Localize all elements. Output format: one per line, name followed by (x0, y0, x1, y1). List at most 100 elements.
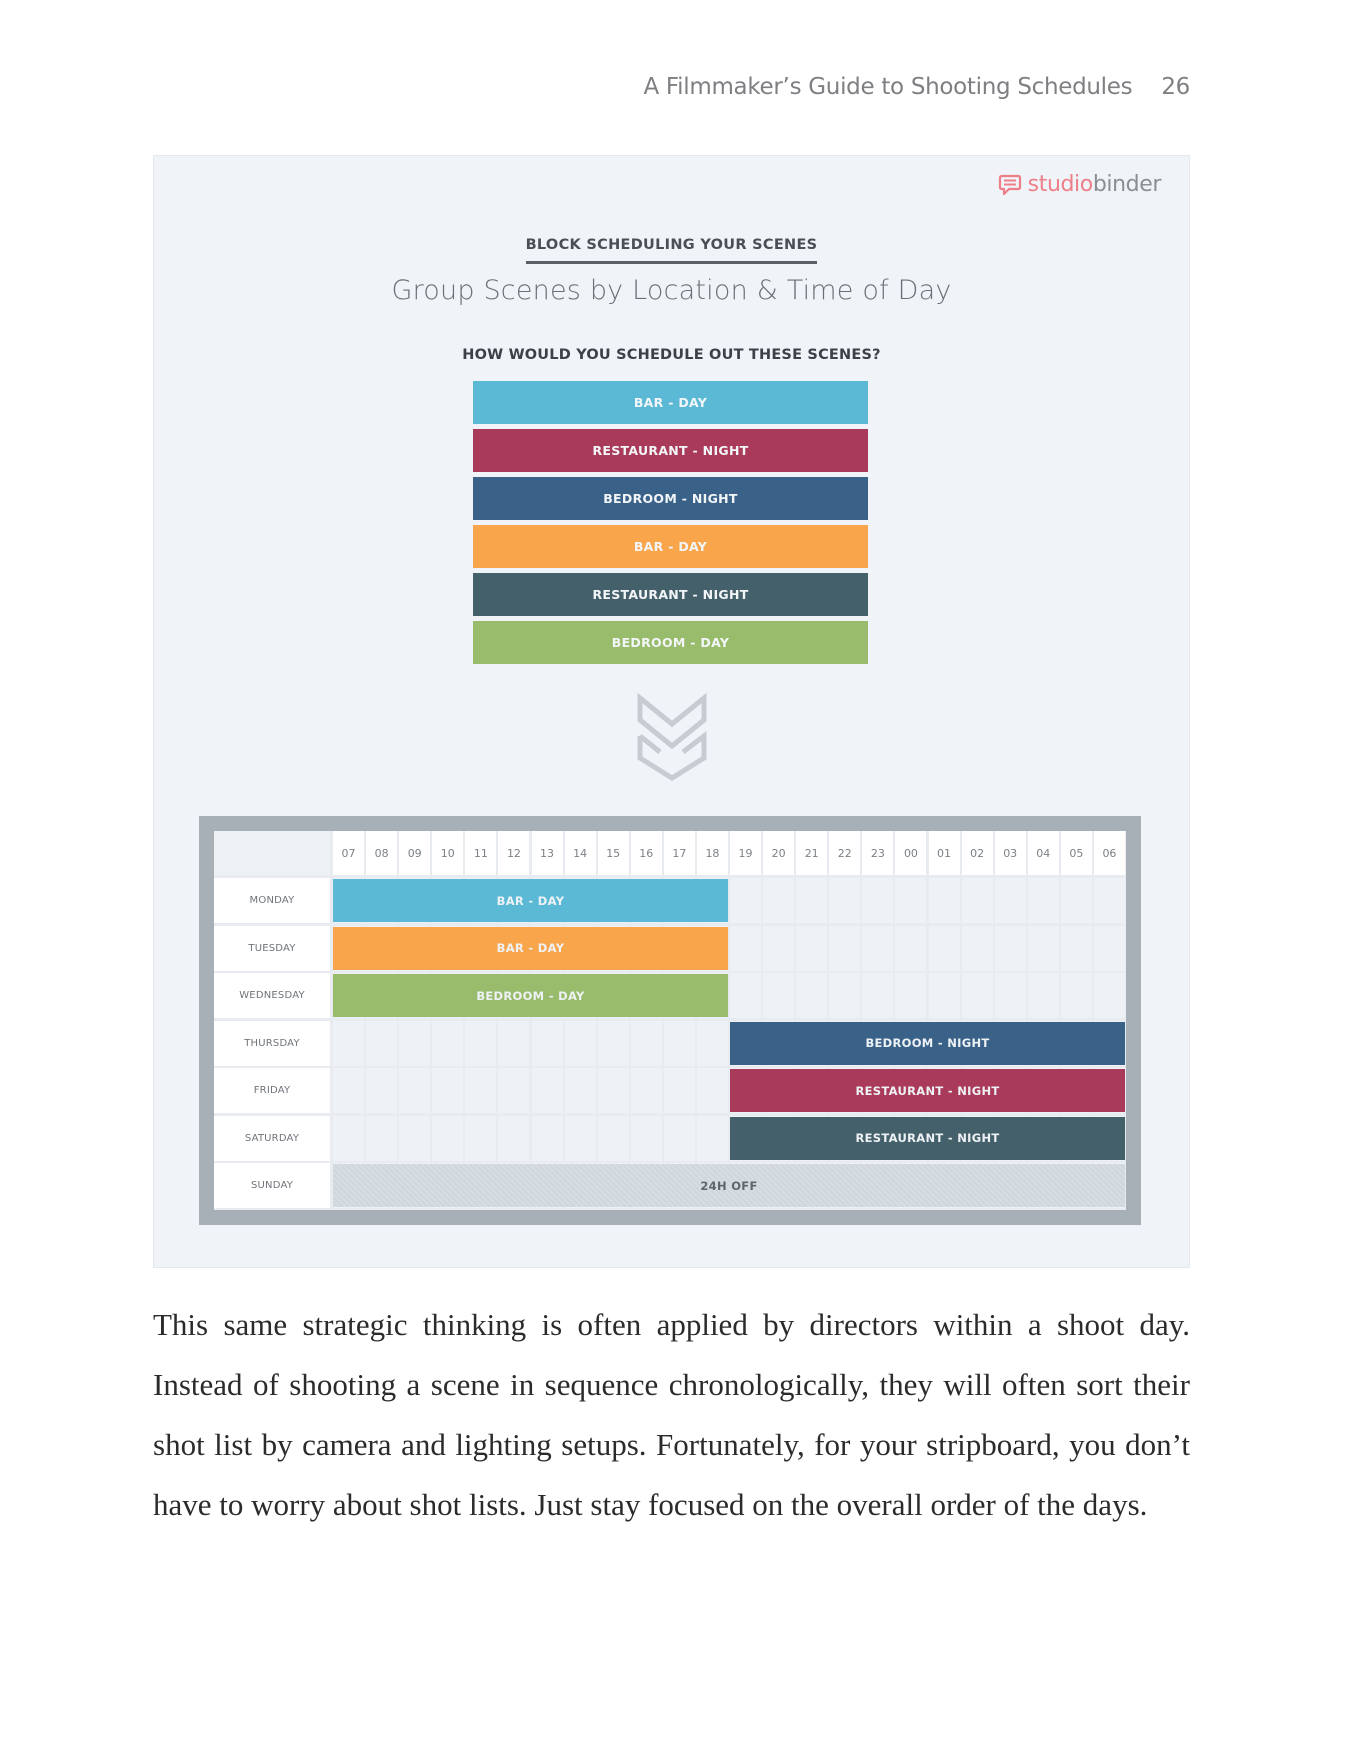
scene-strip: BEDROOM - NIGHT (473, 477, 868, 520)
logo-text-binder: binder (1092, 172, 1162, 197)
scene-block[interactable]: BAR - DAY (333, 926, 728, 970)
schedule-cell[interactable] (696, 1068, 728, 1113)
schedule-cell[interactable] (994, 925, 1026, 971)
schedule-cell[interactable] (730, 925, 762, 971)
schedule-cell[interactable] (994, 878, 1026, 923)
schedule-cell[interactable] (862, 878, 894, 923)
schedule-cell[interactable] (1093, 878, 1125, 923)
schedule-cell[interactable] (366, 1068, 398, 1113)
schedule-cell[interactable] (333, 1068, 365, 1113)
schedule-cell[interactable] (597, 1068, 629, 1113)
schedule-board: 07 08 09 10 11 12 13 14 15 16 17 18 19 20 21 22 23 00 01 02… (199, 816, 1141, 1225)
speech-bubble-icon (998, 174, 1021, 195)
schedule-cell[interactable] (399, 1115, 431, 1161)
day-label: TUESDAY (214, 925, 330, 971)
schedule-cell[interactable] (829, 973, 861, 1018)
schedule-cell[interactable] (961, 878, 993, 923)
schedule-cell[interactable] (1027, 925, 1059, 971)
studiobinder-logo: studio binder (998, 172, 1161, 197)
schedule-cell[interactable] (895, 973, 927, 1018)
schedule-cell[interactable] (564, 1115, 596, 1161)
schedule-cell[interactable] (1060, 878, 1092, 923)
schedule-cell[interactable] (895, 925, 927, 971)
schedule-cell[interactable] (961, 925, 993, 971)
day-label: FRIDAY (214, 1068, 330, 1113)
schedule-cell[interactable] (399, 1020, 431, 1066)
schedule-cell[interactable] (432, 1068, 464, 1113)
schedule-cell[interactable] (564, 1020, 596, 1066)
day-off-block[interactable]: 24H OFF (333, 1164, 1125, 1207)
schedule-cell[interactable] (663, 1068, 695, 1113)
scene-block[interactable]: BEDROOM - NIGHT (730, 1021, 1125, 1065)
schedule-cell[interactable] (333, 1020, 365, 1066)
schedule-cell[interactable] (928, 973, 960, 1018)
schedule-cell[interactable] (432, 1115, 464, 1161)
hour-header: 03 (994, 831, 1026, 875)
schedule-cell[interactable] (763, 925, 795, 971)
schedule-cell[interactable] (366, 1115, 398, 1161)
scene-block[interactable]: RESTAURANT - NIGHT (730, 1069, 1125, 1112)
schedule-cell[interactable] (730, 973, 762, 1018)
hour-header: 07 (333, 831, 365, 875)
hour-header: 04 (1027, 831, 1059, 875)
schedule-cell[interactable] (862, 973, 894, 1018)
schedule-cell[interactable] (829, 878, 861, 923)
schedule-cell[interactable] (663, 1020, 695, 1066)
schedule-cell[interactable] (597, 1020, 629, 1066)
hour-header: 23 (862, 831, 894, 875)
schedule-cell[interactable] (432, 1020, 464, 1066)
scene-block[interactable]: RESTAURANT - NIGHT (730, 1116, 1125, 1160)
schedule-cell[interactable] (1027, 973, 1059, 1018)
schedule-cell[interactable] (498, 1068, 530, 1113)
hour-header: 18 (696, 831, 728, 875)
schedule-cell[interactable] (1060, 925, 1092, 971)
hour-header: 13 (531, 831, 563, 875)
schedule-cell[interactable] (696, 1115, 728, 1161)
schedule-cell[interactable] (564, 1068, 596, 1113)
schedule-cell[interactable] (630, 1115, 662, 1161)
schedule-cell[interactable] (796, 925, 828, 971)
schedule-cell[interactable] (1093, 973, 1125, 1018)
schedule-cell[interactable] (531, 1068, 563, 1113)
schedule-cell[interactable] (763, 973, 795, 1018)
scene-strip: RESTAURANT - NIGHT (473, 429, 868, 472)
schedule-cell[interactable] (597, 1115, 629, 1161)
schedule-cell[interactable] (1093, 925, 1125, 971)
hour-header: 21 (796, 831, 828, 875)
schedule-cell[interactable] (498, 1115, 530, 1161)
hour-header: 05 (1060, 831, 1092, 875)
schedule-cell[interactable] (862, 925, 894, 971)
schedule-grid: 07 08 09 10 11 12 13 14 15 16 17 18 19 20 21 22 23 00 01 02… (214, 831, 1126, 1210)
schedule-cell[interactable] (994, 973, 1026, 1018)
schedule-cell[interactable] (796, 878, 828, 923)
schedule-cell[interactable] (763, 878, 795, 923)
scene-block[interactable]: BAR - DAY (333, 879, 728, 922)
schedule-cell[interactable] (696, 1020, 728, 1066)
schedule-cell[interactable] (1060, 973, 1092, 1018)
schedule-cell[interactable] (366, 1020, 398, 1066)
schedule-cell[interactable] (663, 1115, 695, 1161)
infographic-card: studio binder BLOCK SCHEDULING YOUR SCENE… (153, 155, 1190, 1268)
schedule-cell[interactable] (498, 1020, 530, 1066)
schedule-cell[interactable] (928, 925, 960, 971)
schedule-cell[interactable] (465, 1115, 497, 1161)
hour-header: 16 (630, 831, 662, 875)
infographic-question: HOW WOULD YOU SCHEDULE OUT THESE SCENES? (462, 347, 881, 363)
schedule-cell[interactable] (465, 1068, 497, 1113)
schedule-cell[interactable] (465, 1020, 497, 1066)
schedule-cell[interactable] (630, 1020, 662, 1066)
schedule-cell[interactable] (531, 1115, 563, 1161)
schedule-cell[interactable] (730, 878, 762, 923)
schedule-cell[interactable] (829, 925, 861, 971)
scene-block[interactable]: BEDROOM - DAY (333, 974, 728, 1017)
schedule-cell[interactable] (630, 1068, 662, 1113)
schedule-cell[interactable] (895, 878, 927, 923)
schedule-cell[interactable] (399, 1068, 431, 1113)
schedule-cell[interactable] (928, 878, 960, 923)
schedule-cell[interactable] (1027, 878, 1059, 923)
schedule-cell[interactable] (531, 1020, 563, 1066)
schedule-cell[interactable] (796, 973, 828, 1018)
schedule-cell[interactable] (961, 973, 993, 1018)
schedule-cell[interactable] (333, 1115, 365, 1161)
running-header: A Filmmaker’s Guide to Shooting Schedule… (643, 74, 1190, 100)
